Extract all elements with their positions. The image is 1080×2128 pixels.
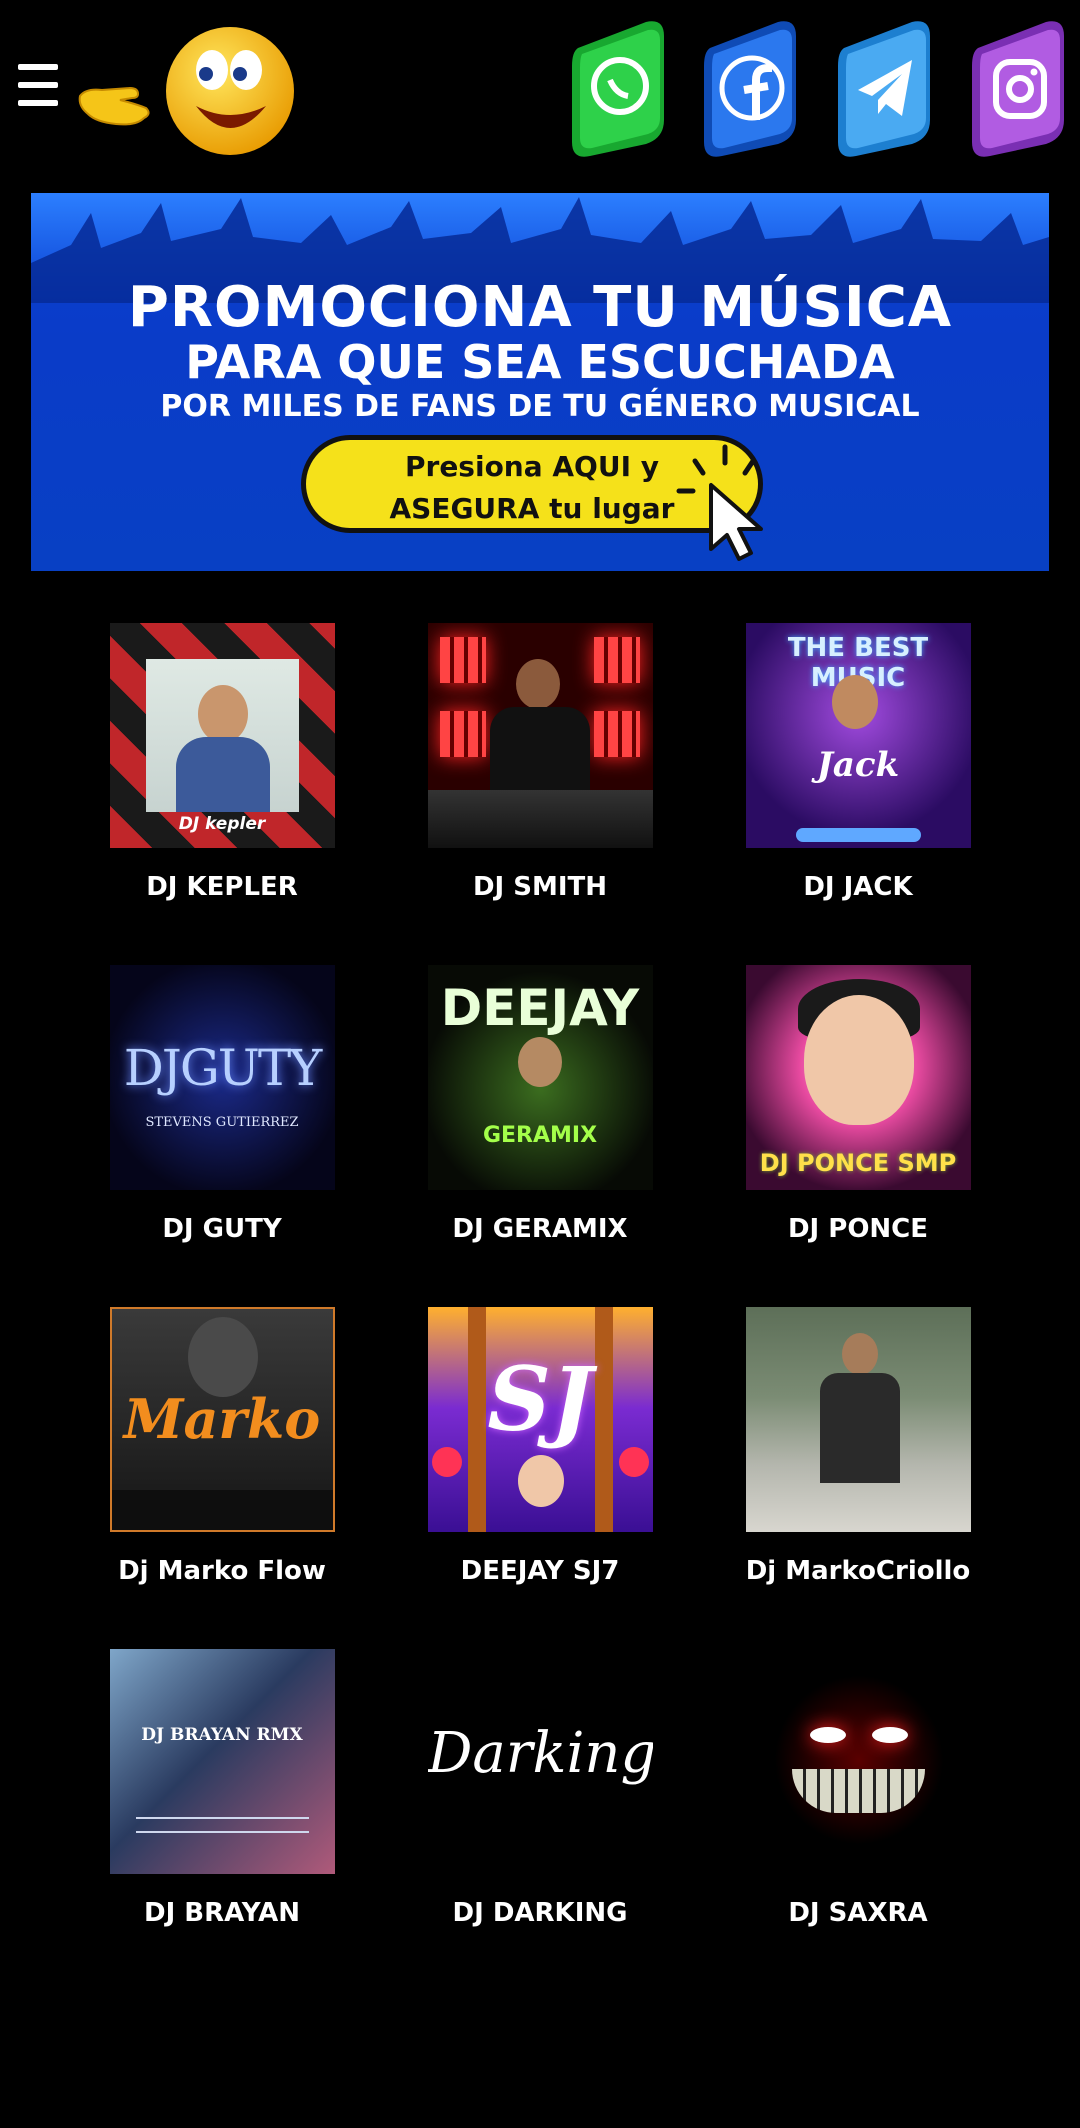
dj-name-label[interactable]: DJ SMITH [390, 872, 690, 902]
dj-name-label[interactable]: DJ GERAMIX [390, 1214, 690, 1244]
dj-card-jack[interactable]: THE BEST MUSIC Jack DJ JACK [708, 623, 1008, 902]
thumbnail-title: Marko [123, 1387, 321, 1451]
facebook-link[interactable] [698, 20, 802, 158]
dj-portrait [831, 675, 878, 729]
dj-thumbnail[interactable]: Marko [109, 1307, 335, 1532]
divider [135, 1817, 309, 1819]
dj-thumbnail[interactable]: DEEJAY GERAMIX [427, 965, 653, 1190]
thumbnail-logo: Darking [427, 1721, 653, 1786]
dj-deck [427, 790, 653, 848]
contact-bar [795, 828, 921, 842]
dj-portrait [841, 1333, 878, 1375]
dj-card-saxra[interactable]: DJ SAXRA [708, 1649, 1008, 1928]
dj-name-label[interactable]: DJ JACK [708, 872, 1008, 902]
dj-thumbnail[interactable]: THE BEST MUSIC Jack [745, 623, 971, 848]
glowing-eye [871, 1727, 908, 1743]
dj-card-ponce[interactable]: DJ PONCE SMP DJ PONCE [708, 965, 1008, 1244]
banner-subheadline: PARA QUE SEA ESCUCHADA [185, 335, 895, 389]
demon-face [773, 1675, 944, 1845]
thumbnail-caption: Jack [816, 745, 900, 785]
dj-thumbnail[interactable]: DJGUTY STEVENS GUTIERREZ [109, 965, 335, 1190]
top-header [0, 0, 1080, 180]
dj-portrait [187, 1317, 258, 1397]
dj-name-label[interactable]: DJ DARKING [390, 1898, 690, 1928]
dj-portrait [517, 1037, 562, 1087]
thumbnail-title: DJGUTY [123, 1039, 323, 1097]
dj-thumbnail[interactable]: SJ [427, 1307, 653, 1532]
dj-card-geramix[interactable]: DEEJAY GERAMIX DJ GERAMIX [390, 965, 690, 1244]
stage-light [593, 711, 640, 757]
thumbnail-caption: GERAMIX [482, 1123, 598, 1148]
thumbnail-title: DJ BRAYAN RMX [141, 1725, 303, 1745]
dj-card-guty[interactable]: DJGUTY STEVENS GUTIERREZ DJ GUTY [72, 965, 372, 1244]
dj-name-label[interactable]: DJ KEPLER [72, 872, 372, 902]
dj-name-label[interactable]: DJ GUTY [72, 1214, 372, 1244]
thumbnail-title: SJ [487, 1347, 593, 1451]
facebook-icon [704, 21, 796, 157]
dj-portrait-body [819, 1373, 900, 1483]
dj-name-label[interactable]: DJ SAXRA [708, 1898, 1008, 1928]
dj-deck [111, 1490, 333, 1530]
banner-headline: PROMOCIONA TU MÚSICA [127, 275, 953, 340]
dj-portrait-body [175, 737, 270, 812]
cursor-click-icon [676, 444, 763, 561]
whatsapp-icon [572, 21, 664, 157]
dj-card-marko-flow[interactable]: Marko Dj Marko Flow [72, 1307, 372, 1586]
dj-card-smith[interactable]: DJ SMITH [390, 623, 690, 902]
whatsapp-link[interactable] [566, 20, 670, 158]
dj-photo-frame [145, 659, 299, 812]
stage-light [593, 637, 640, 683]
dj-portrait [197, 685, 248, 743]
dj-portrait [515, 659, 560, 709]
dj-card-darking[interactable]: Darking DJ DARKING [390, 1649, 690, 1928]
dj-card-kepler[interactable]: DJ kepler DJ KEPLER [72, 623, 372, 902]
dj-thumbnail[interactable]: DJ BRAYAN RMX [109, 1649, 335, 1874]
thumbnail-caption: STEVENS GUTIERREZ [145, 1115, 299, 1130]
dj-card-brayan[interactable]: DJ BRAYAN RMX DJ BRAYAN [72, 1649, 372, 1928]
dj-name-label[interactable]: Dj MarkoCriollo [708, 1556, 1008, 1586]
cartoon-face [517, 1455, 564, 1507]
glowing-eye [809, 1727, 846, 1743]
stage-light [439, 711, 486, 757]
dj-name-label[interactable]: DEEJAY SJ7 [390, 1556, 690, 1586]
dj-name-label[interactable]: Dj Marko Flow [72, 1556, 372, 1586]
dj-thumbnail[interactable] [427, 623, 653, 848]
thumbnail-caption: DJ kepler [178, 814, 266, 834]
promo-banner[interactable]: PROMOCIONA TU MÚSICA PARA QUE SEA ESCUCH… [31, 193, 1049, 571]
dj-thumbnail[interactable]: Darking [427, 1649, 653, 1874]
telegram-link[interactable] [832, 20, 936, 158]
dj-thumbnail[interactable]: DJ kepler [109, 623, 335, 848]
dj-thumbnail[interactable] [745, 1649, 971, 1874]
hamburger-menu-icon[interactable] [18, 64, 58, 114]
dj-card-marko-criollo[interactable]: Dj MarkoCriollo [708, 1307, 1008, 1586]
divider [135, 1831, 309, 1833]
heart-icon [618, 1447, 649, 1477]
heart-icon [431, 1447, 462, 1477]
instagram-icon [972, 21, 1064, 157]
dj-name-label[interactable]: DJ BRAYAN [72, 1898, 372, 1928]
stage-light [439, 637, 486, 683]
dj-thumbnail[interactable]: DJ PONCE SMP [745, 965, 971, 1190]
banner-tagline: POR MILES DE FANS DE TU GÉNERO MUSICAL [160, 389, 920, 424]
dj-thumbnail[interactable] [745, 1307, 971, 1532]
pointing-hand-icon [78, 86, 150, 126]
thumbnail-caption: DJ PONCE SMP [759, 1149, 957, 1177]
dj-portrait-body [489, 707, 590, 797]
instagram-link[interactable] [966, 20, 1070, 158]
dj-name-label[interactable]: DJ PONCE [708, 1214, 1008, 1244]
thumbnail-title: DEEJAY [440, 979, 640, 1037]
dj-card-sj7[interactable]: SJ DEEJAY SJ7 [390, 1307, 690, 1586]
smiley-face-icon [166, 27, 294, 155]
telegram-icon [838, 21, 930, 157]
cartoon-face [803, 995, 914, 1125]
